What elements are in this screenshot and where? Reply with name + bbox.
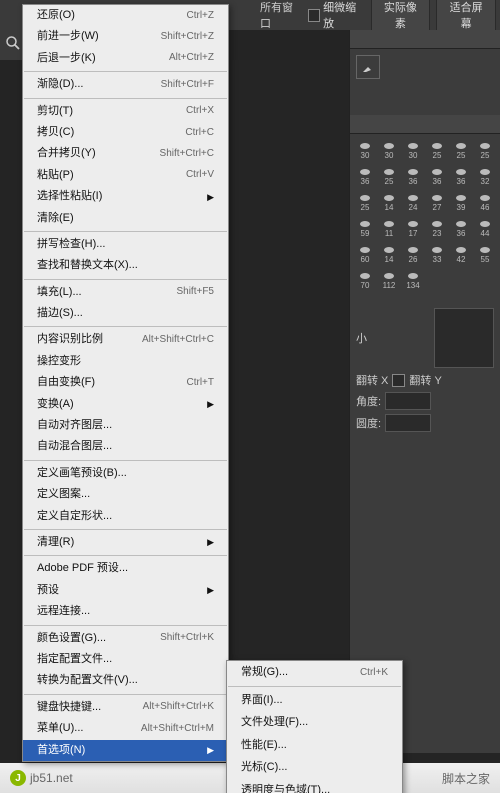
brush-preset[interactable]: 59 [355,218,375,240]
menu-item[interactable]: 颜色设置(G)...Shift+Ctrl+K [23,628,228,649]
menu-item[interactable]: 定义画笔预设(B)... [23,463,228,484]
flip-x-checkbox[interactable] [392,374,405,387]
menu-item[interactable]: 远程连接... [23,601,228,622]
submenu-item[interactable]: 界面(I)... [227,689,402,712]
menu-item[interactable]: 指定配置文件... [23,649,228,670]
menu-item[interactable]: 预设▶ [23,580,228,601]
brush-preset[interactable]: 36 [427,166,447,188]
brush-preset[interactable]: 33 [427,244,447,266]
brush-preset[interactable]: 36 [451,218,471,240]
scrubby-zoom-checkbox[interactable]: 细微缩放 [308,0,365,31]
brush-preset[interactable]: 39 [451,192,471,214]
submenu-item[interactable]: 透明度与色域(T)... [227,779,402,793]
menu-item[interactable]: 键盘快捷键...Alt+Shift+Ctrl+K [23,697,228,718]
menu-item[interactable]: 剪切(T)Ctrl+X [23,101,228,122]
menu-item[interactable]: 定义自定形状... [23,506,228,527]
menu-item[interactable]: Adobe PDF 预设... [23,558,228,579]
brush-preset[interactable]: 25 [379,166,399,188]
brush-presets-panel: 3030302525253625363636322514242739465911… [350,134,500,298]
edit-menu-dropdown: 还原(O)Ctrl+Z前进一步(W)Shift+Ctrl+Z后退一步(K)Alt… [22,4,229,762]
menu-item[interactable]: 自动对齐图层... [23,415,228,436]
menu-item[interactable]: 选择性粘贴(I)▶ [23,186,228,207]
panel-tab[interactable] [350,30,500,49]
brush-preset[interactable]: 25 [451,140,471,162]
brush-preset[interactable]: 46 [475,192,495,214]
submenu-item[interactable]: 光标(C)... [227,756,402,779]
size-label: 小 [356,330,367,346]
brush-preset[interactable]: 25 [475,140,495,162]
roundness-label: 圆度: [356,415,381,431]
submenu-item[interactable]: 常规(G)...Ctrl+K [227,661,402,684]
brush-preset[interactable]: 24 [403,192,423,214]
flip-y-label: 翻转 Y [409,372,441,388]
menu-item[interactable]: 定义图案... [23,484,228,505]
menu-item[interactable]: 粘贴(P)Ctrl+V [23,165,228,186]
brush-preset[interactable]: 27 [427,192,447,214]
menu-item[interactable]: 描边(S)... [23,303,228,324]
menu-item[interactable]: 查找和替换文本(X)... [23,255,228,276]
brush-preset[interactable]: 30 [379,140,399,162]
roundness-input[interactable] [385,414,431,432]
brush-preset[interactable]: 14 [379,192,399,214]
brush-preset[interactable]: 11 [379,218,399,240]
brush-preset[interactable]: 25 [427,140,447,162]
menu-item[interactable]: 转换为配置文件(V)... [23,670,228,691]
brush-preset[interactable]: 32 [475,166,495,188]
brush-preset[interactable]: 17 [403,218,423,240]
menu-item[interactable]: 菜单(U)...Alt+Shift+Ctrl+M [23,718,228,739]
photoshop-window: 所有窗口 细微缩放 实际像素 适合屏幕 30303025252536253636… [0,0,500,793]
submenu-item[interactable]: 文件处理(F)... [227,711,402,734]
menu-item[interactable]: 拼写检查(H)... [23,234,228,255]
menu-item[interactable]: 合并拷贝(Y)Shift+Ctrl+C [23,143,228,164]
menu-item[interactable]: 拷贝(C)Ctrl+C [23,122,228,143]
menu-item[interactable]: 首选项(N)▶ [23,740,228,761]
brush-settings: 小 翻转 X 翻转 Y 角度: 圆度: [350,298,500,442]
brush-preset[interactable]: 25 [355,192,375,214]
menu-item[interactable]: 填充(L)...Shift+F5 [23,282,228,303]
menu-item[interactable]: 清理(R)▶ [23,532,228,553]
angle-label: 角度: [356,393,381,409]
brush-preset[interactable]: 26 [403,244,423,266]
brush-preset[interactable]: 36 [355,166,375,188]
flip-x-label: 翻转 X [356,372,388,388]
brush-preset[interactable]: 112 [379,270,399,292]
brush-preset[interactable]: 55 [475,244,495,266]
preferences-submenu: 常规(G)...Ctrl+K 界面(I)...文件处理(F)...性能(E)...… [226,660,403,793]
menu-item[interactable]: 内容识别比例Alt+Shift+Ctrl+C [23,329,228,350]
brush-preset[interactable]: 134 [403,270,423,292]
brush-preset[interactable]: 42 [451,244,471,266]
menu-item[interactable]: 还原(O)Ctrl+Z [23,5,228,26]
brush-preset[interactable]: 70 [355,270,375,292]
menu-item[interactable]: 清除(E) [23,208,228,229]
brush-panel-tab[interactable] [350,115,500,134]
brush-preset[interactable]: 36 [451,166,471,188]
menu-item[interactable]: 前进一步(W)Shift+Ctrl+Z [23,26,228,47]
brush-preset[interactable]: 60 [355,244,375,266]
submenu-item[interactable]: 性能(E)... [227,734,402,757]
menu-item[interactable]: 变换(A)▶ [23,394,228,415]
angle-input[interactable] [385,392,431,410]
brush-preset[interactable]: 30 [403,140,423,162]
brush-preset[interactable]: 30 [355,140,375,162]
right-panels: 3030302525253625363636322514242739465911… [349,30,500,753]
fit-windows-label: 所有窗口 [260,0,302,31]
footer-logo: Jjb51.net [10,770,73,786]
footer-site-name: 脚本之家 [442,770,490,787]
brush-preset[interactable]: 14 [379,244,399,266]
menu-item[interactable]: 操控变形 [23,351,228,372]
menu-item[interactable]: 自由变换(F)Ctrl+T [23,372,228,393]
menu-item[interactable]: 自动混合图层... [23,436,228,457]
menu-item[interactable]: 渐隐(D)...Shift+Ctrl+F [23,74,228,95]
brush-preset[interactable]: 44 [475,218,495,240]
brush-preview [434,308,494,368]
brush-preset[interactable]: 23 [427,218,447,240]
menu-item[interactable]: 后退一步(K)Alt+Ctrl+Z [23,48,228,69]
brush-preset[interactable]: 36 [403,166,423,188]
brush-engine-icon[interactable] [356,55,380,79]
